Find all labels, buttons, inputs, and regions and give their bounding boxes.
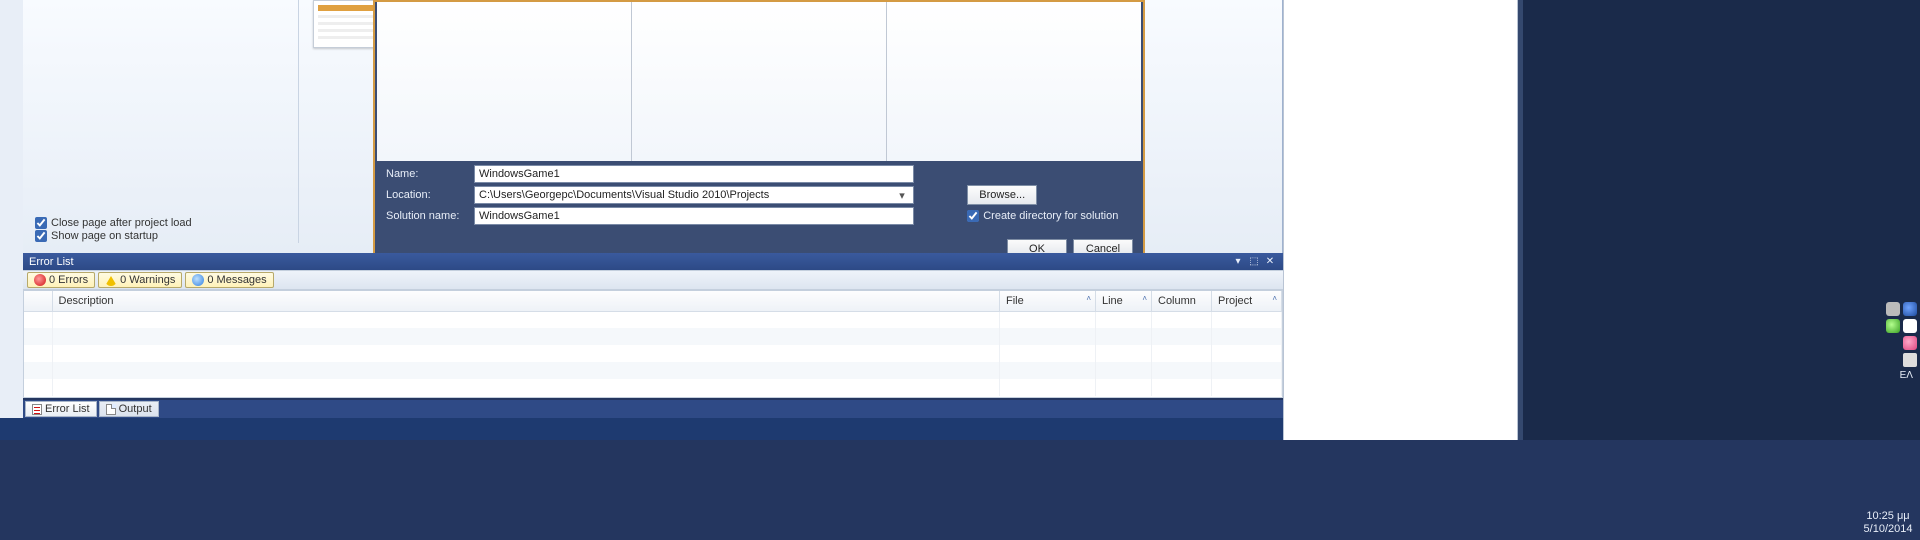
bottom-tab-strip: Error List Output	[23, 400, 1283, 418]
col-column[interactable]: Column	[1152, 291, 1212, 311]
show-on-startup-label: Show page on startup	[51, 230, 158, 242]
clock-date: 5/10/2014	[1858, 523, 1918, 536]
start-page-divider	[298, 0, 299, 243]
table-row[interactable]	[24, 328, 1282, 345]
project-name-input[interactable]	[474, 165, 914, 183]
warnings-filter[interactable]: 0 Warnings	[98, 272, 182, 288]
error-list-grid[interactable]: Description File˄ Line˄ Column Project˄	[23, 290, 1283, 398]
messages-filter[interactable]: 0 Messages	[185, 272, 273, 288]
solution-name-input[interactable]	[474, 207, 914, 225]
warnings-count: 0 Warnings	[120, 274, 175, 286]
col-line[interactable]: Line˄	[1096, 291, 1152, 311]
browse-button[interactable]: Browse...	[967, 185, 1037, 205]
errors-count: 0 Errors	[49, 274, 88, 286]
create-directory-label: Create directory for solution	[983, 210, 1118, 222]
template-tree-column[interactable]	[377, 2, 632, 161]
tray-update-icon[interactable]	[1886, 319, 1900, 333]
chevron-down-icon[interactable]: ▾	[895, 189, 909, 202]
ide-statusbar-area	[0, 418, 1283, 440]
name-label: Name:	[383, 164, 471, 184]
taskbar-clock[interactable]: 10:25 μμ 5/10/2014	[1858, 510, 1918, 536]
error-icon	[34, 274, 46, 286]
close-after-load-checkbox[interactable]: Close page after project load	[35, 217, 192, 229]
sort-indicator-icon: ˄	[1272, 294, 1277, 303]
language-indicator[interactable]: ΕΛ	[1900, 370, 1917, 381]
close-after-load-input[interactable]	[35, 217, 47, 229]
new-project-dialog: Name: Location: C:\Users\Georgepc\Docume…	[373, 0, 1145, 267]
floating-document[interactable]	[1283, 0, 1518, 440]
show-on-startup-checkbox[interactable]: Show page on startup	[35, 230, 192, 242]
dialog-options: Name: Location: C:\Users\Georgepc\Docume…	[377, 161, 1141, 231]
tray-app-icon[interactable]	[1903, 336, 1917, 350]
warning-icon	[105, 274, 117, 286]
volume-icon[interactable]	[1903, 353, 1917, 367]
create-directory-input[interactable]	[967, 210, 979, 222]
sort-indicator-icon: ˄	[1086, 294, 1091, 303]
error-list-toolbar: 0 Errors 0 Warnings 0 Messages	[23, 270, 1283, 290]
messages-count: 0 Messages	[207, 274, 266, 286]
table-row[interactable]	[24, 311, 1282, 328]
col-project[interactable]: Project˄	[1212, 291, 1282, 311]
info-icon	[192, 274, 204, 286]
output-icon	[106, 404, 116, 415]
close-icon[interactable]: ✕	[1263, 256, 1277, 268]
table-row[interactable]	[24, 379, 1282, 396]
template-list-area[interactable]	[377, 2, 1141, 161]
errors-filter[interactable]: 0 Errors	[27, 272, 95, 288]
table-row[interactable]	[24, 362, 1282, 379]
tray-flag-icon[interactable]	[1903, 319, 1917, 333]
window-menu-icon[interactable]: ▾	[1231, 256, 1245, 268]
location-label: Location:	[383, 184, 471, 206]
ide-left-gutter	[0, 0, 23, 440]
close-after-load-label: Close page after project load	[51, 217, 192, 229]
col-file[interactable]: File˄	[1000, 291, 1096, 311]
sort-indicator-icon: ˄	[1142, 294, 1147, 303]
tab-output[interactable]: Output	[99, 401, 159, 417]
tab-output-label: Output	[119, 403, 152, 415]
tray-link-icon[interactable]	[1886, 302, 1900, 316]
system-tray[interactable]: ΕΛ	[1523, 300, 1920, 383]
template-items-column[interactable]	[632, 2, 887, 161]
col-description[interactable]: Description	[52, 291, 1000, 311]
autohide-pin-icon[interactable]: ⬚	[1247, 256, 1261, 268]
tab-error-list[interactable]: Error List	[25, 401, 97, 417]
solution-name-label: Solution name:	[383, 206, 471, 226]
table-row[interactable]	[24, 345, 1282, 362]
col-icon[interactable]	[24, 291, 52, 311]
location-combo[interactable]: C:\Users\Georgepc\Documents\Visual Studi…	[474, 186, 914, 204]
error-list-title: Error List	[29, 256, 1229, 268]
location-value: C:\Users\Georgepc\Documents\Visual Studi…	[479, 189, 769, 201]
clock-time: 10:25 μμ	[1858, 510, 1918, 523]
create-directory-checkbox[interactable]: Create directory for solution	[967, 210, 1132, 222]
template-description-column	[887, 2, 1141, 161]
error-list-titlebar[interactable]: Error List ▾ ⬚ ✕	[23, 253, 1283, 270]
tab-error-list-label: Error List	[45, 403, 90, 415]
error-list-icon	[32, 404, 42, 415]
show-on-startup-input[interactable]	[35, 230, 47, 242]
screen-root: Close page after project load Show page …	[0, 0, 1920, 540]
tray-steam-icon[interactable]	[1903, 302, 1917, 316]
